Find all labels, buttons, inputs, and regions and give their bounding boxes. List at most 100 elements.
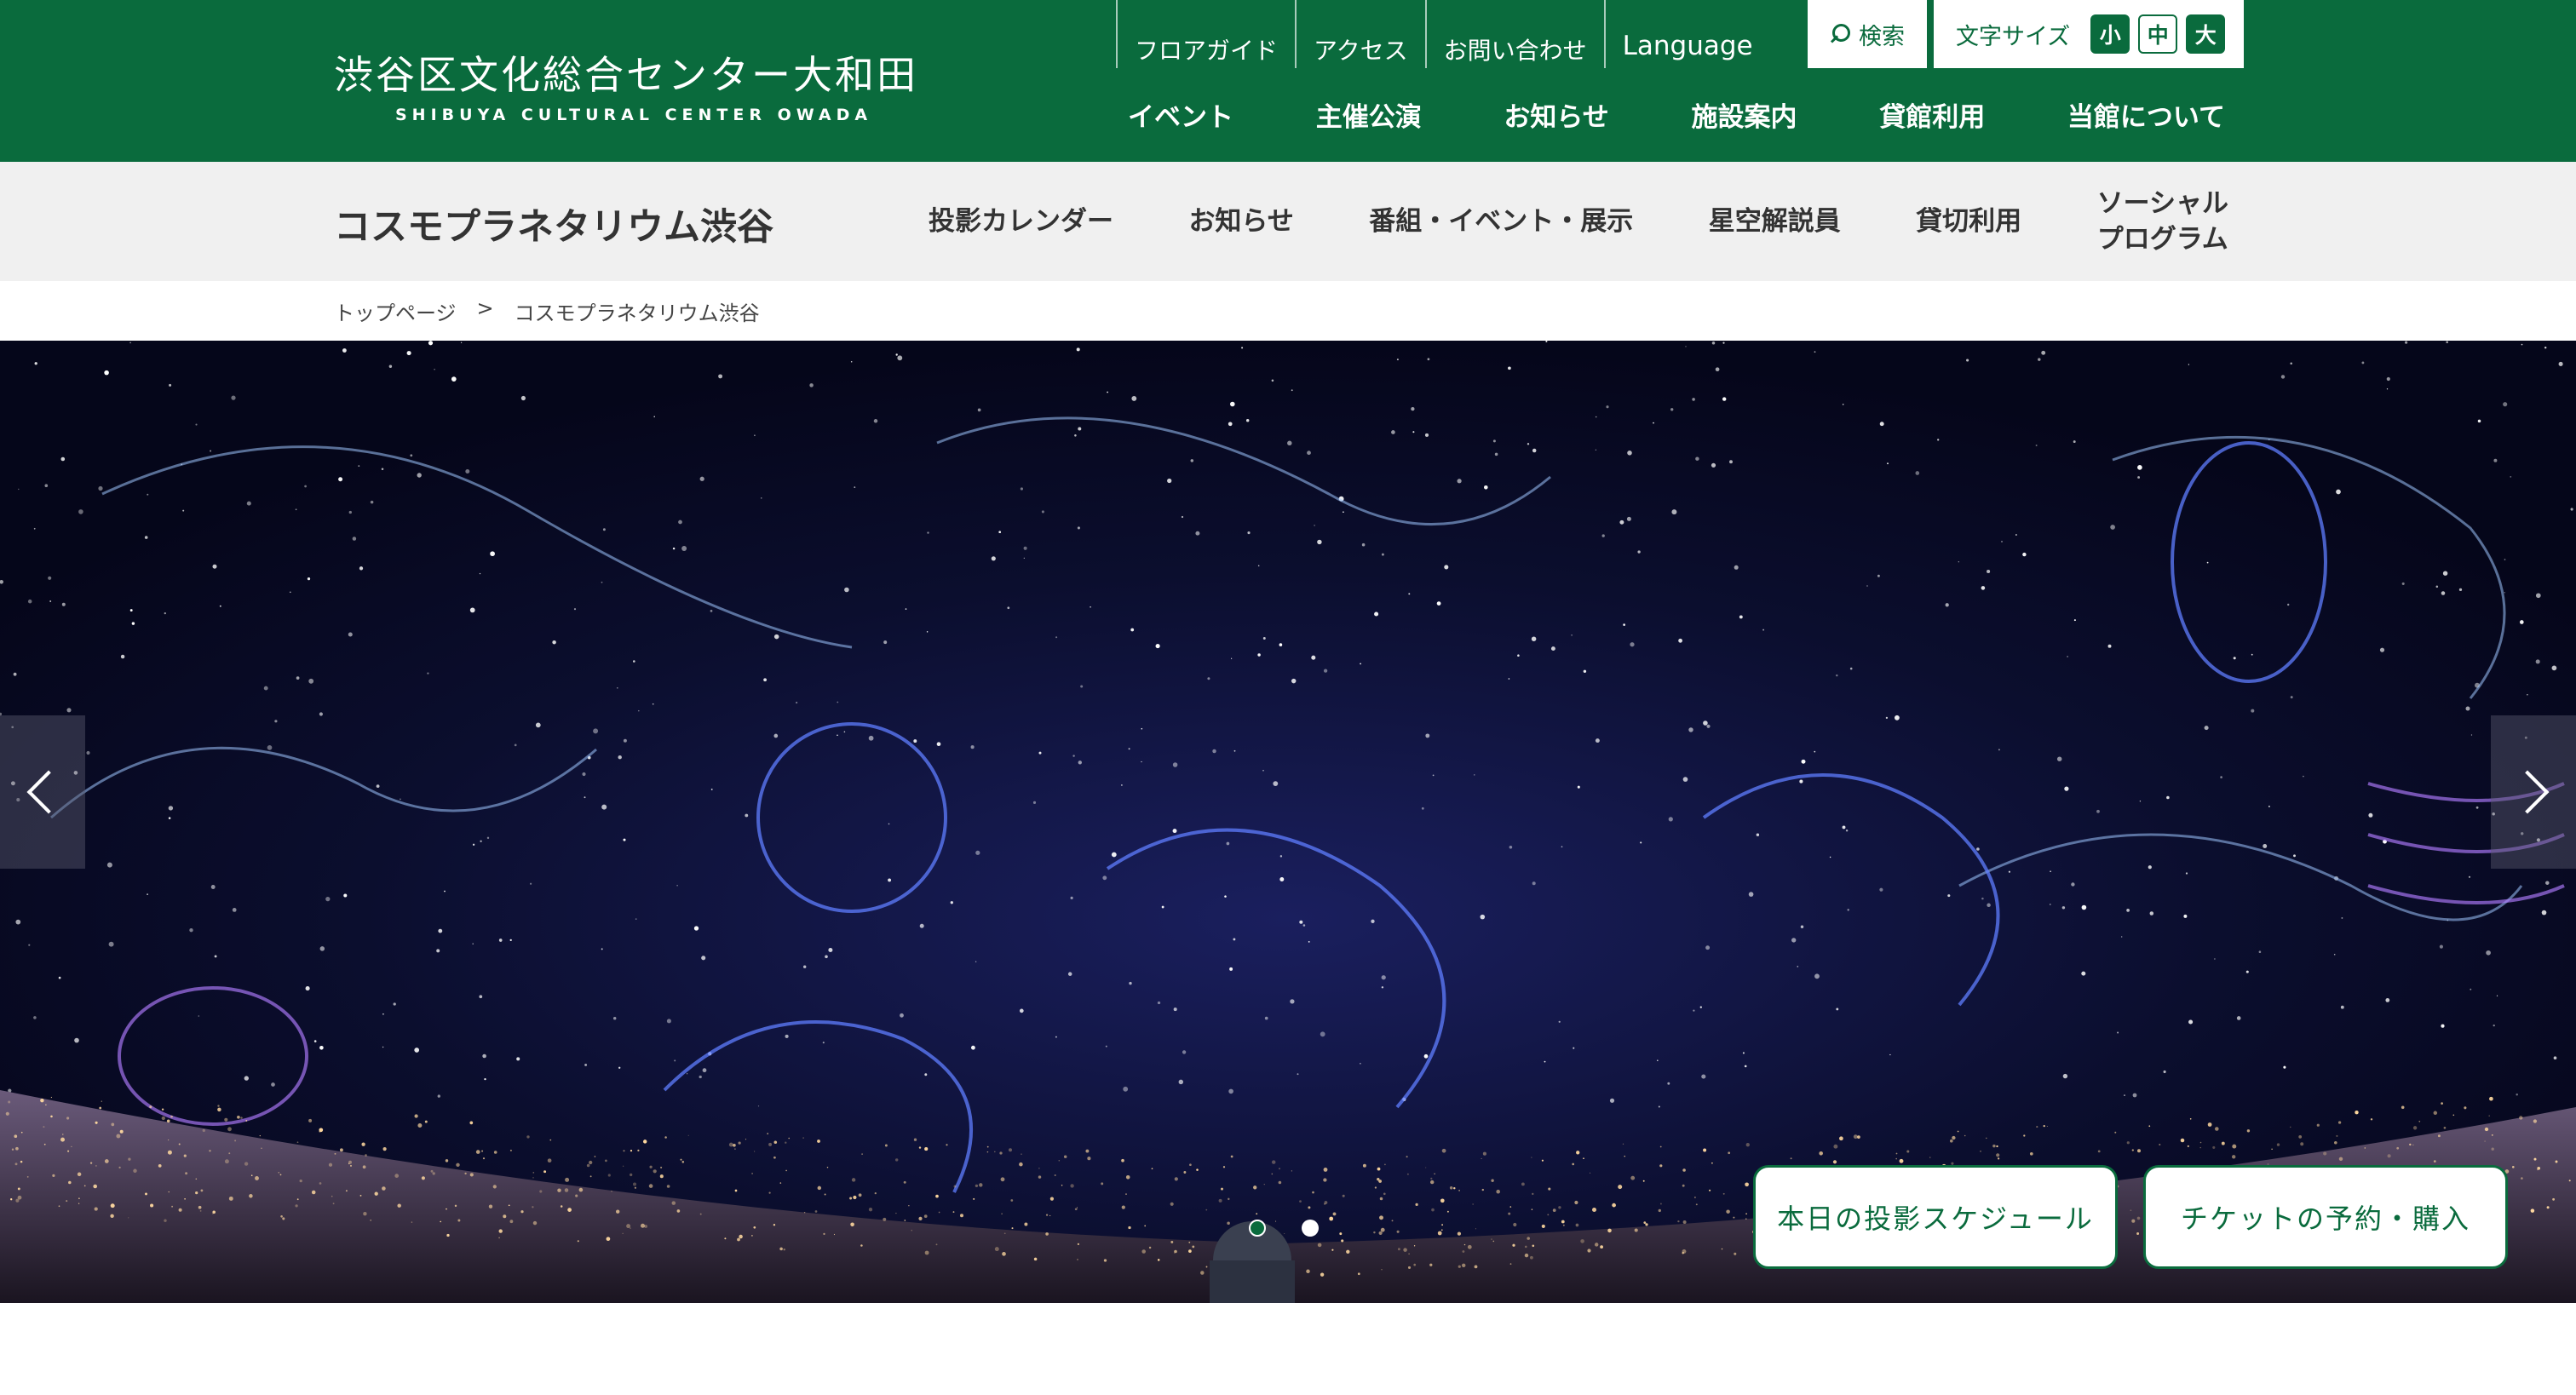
star	[535, 722, 541, 728]
subnav-calendar[interactable]: 投影カレンダー	[911, 204, 1130, 239]
city-light	[1374, 1186, 1377, 1189]
star	[1791, 938, 1797, 943]
city-light	[118, 1166, 121, 1169]
city-light	[1530, 1255, 1533, 1260]
star	[1130, 628, 1135, 632]
font-size-medium-button[interactable]: 中	[2138, 14, 2178, 54]
util-language-link[interactable]: Language	[1603, 0, 1770, 68]
search-button[interactable]: 検索	[1808, 0, 1927, 68]
star	[480, 840, 482, 842]
city-light	[547, 1158, 552, 1163]
city-light	[1531, 1208, 1533, 1210]
city-light	[1481, 1157, 1482, 1159]
main-nav-sponsored[interactable]: 主催公演	[1296, 95, 1442, 134]
main-nav-news[interactable]: お知らせ	[1483, 95, 1629, 134]
slider-dot-2[interactable]	[1302, 1220, 1319, 1237]
star	[1408, 593, 1411, 595]
today-schedule-button[interactable]: 本日の投影スケジュール	[1753, 1165, 2118, 1269]
star	[1320, 1031, 1325, 1037]
star	[1699, 1006, 1702, 1008]
city-light	[1341, 1239, 1344, 1243]
util-access-link[interactable]: アクセス	[1295, 0, 1425, 68]
star	[195, 423, 198, 426]
subnav-social-program[interactable]: ソーシャル プログラム	[2080, 186, 2245, 257]
star	[1257, 653, 1261, 657]
star	[2303, 775, 2304, 778]
star	[601, 948, 603, 950]
slider-prev-button[interactable]	[0, 715, 85, 869]
star	[2050, 870, 2051, 873]
star	[1178, 1079, 1184, 1085]
util-floor-guide-link[interactable]: フロアガイド	[1116, 0, 1295, 68]
ticket-purchase-button[interactable]: チケットの予約・購入	[2143, 1165, 2508, 1269]
subnav-programs[interactable]: 番組・イベント・展示	[1352, 204, 1650, 239]
city-light	[924, 1250, 929, 1255]
star	[1885, 716, 1889, 720]
city-light	[50, 1115, 53, 1118]
star	[1509, 846, 1513, 849]
main-nav-facilities[interactable]: 施設案内	[1671, 95, 1818, 134]
star	[1729, 460, 1733, 464]
city-light	[1312, 1191, 1314, 1194]
subnav-private-use[interactable]: 貸切利用	[1899, 204, 2038, 239]
util-contact-link[interactable]: お問い合わせ	[1424, 0, 1604, 68]
city-light	[424, 1120, 428, 1123]
star	[998, 531, 1002, 534]
city-light	[95, 1165, 97, 1167]
city-light	[116, 1134, 121, 1139]
star	[745, 813, 749, 818]
city-light	[779, 1182, 782, 1184]
city-light	[1346, 1249, 1350, 1254]
city-light	[935, 1243, 938, 1246]
star	[1762, 629, 1765, 631]
font-size-large-button[interactable]: 大	[2186, 14, 2226, 54]
city-light	[1441, 1229, 1443, 1231]
slider-next-button[interactable]	[2491, 715, 2576, 869]
font-size-small-button[interactable]: 小	[2090, 14, 2130, 54]
site-logo[interactable]: 渋谷区文化総合センター大和田 SHIBUYA CULTURAL CENTER O…	[334, 44, 918, 124]
slider-dot-1[interactable]	[1249, 1220, 1266, 1237]
city-light	[184, 1197, 186, 1200]
star	[623, 738, 627, 743]
city-light	[2519, 1116, 2523, 1120]
star	[2185, 872, 2188, 875]
breadcrumb-home[interactable]: トップページ	[334, 296, 457, 326]
star	[451, 376, 457, 382]
city-light	[999, 1151, 1003, 1155]
city-light	[345, 1190, 348, 1192]
main-nav-rental[interactable]: 貸館利用	[1859, 95, 2005, 134]
main-nav-about[interactable]: 当館について	[2047, 95, 2245, 134]
star	[2137, 465, 2142, 470]
subnav-guides[interactable]: 星空解説員	[1692, 204, 1858, 239]
chevron-right-icon	[2505, 770, 2550, 814]
city-light	[498, 1237, 500, 1239]
star	[516, 1057, 520, 1061]
city-light	[783, 1248, 785, 1251]
star	[1742, 1052, 1745, 1054]
city-light	[1658, 1208, 1661, 1213]
city-light	[1643, 1221, 1647, 1224]
star	[2124, 1094, 2125, 1096]
city-light	[217, 1107, 221, 1112]
city-light	[960, 1214, 963, 1218]
city-light	[331, 1195, 333, 1197]
star	[520, 395, 526, 401]
city-light	[1587, 1249, 1591, 1253]
city-light	[1440, 1198, 1445, 1203]
city-light	[2396, 1146, 2400, 1150]
city-light	[616, 1209, 620, 1214]
star	[652, 703, 654, 705]
city-light	[1745, 1218, 1747, 1220]
city-light	[1622, 1143, 1624, 1145]
star	[905, 608, 907, 610]
city-light	[814, 1210, 818, 1213]
city-light	[1600, 1245, 1603, 1249]
planetarium-title[interactable]: コスモプラネタリウム渋谷	[334, 198, 773, 250]
star	[381, 468, 384, 470]
city-light	[918, 1216, 923, 1220]
star	[434, 368, 435, 370]
city-light	[2232, 1144, 2237, 1149]
city-light	[1475, 1228, 1476, 1230]
subnav-news[interactable]: お知らせ	[1171, 204, 1310, 239]
main-nav-events[interactable]: イベント	[1107, 95, 1254, 134]
